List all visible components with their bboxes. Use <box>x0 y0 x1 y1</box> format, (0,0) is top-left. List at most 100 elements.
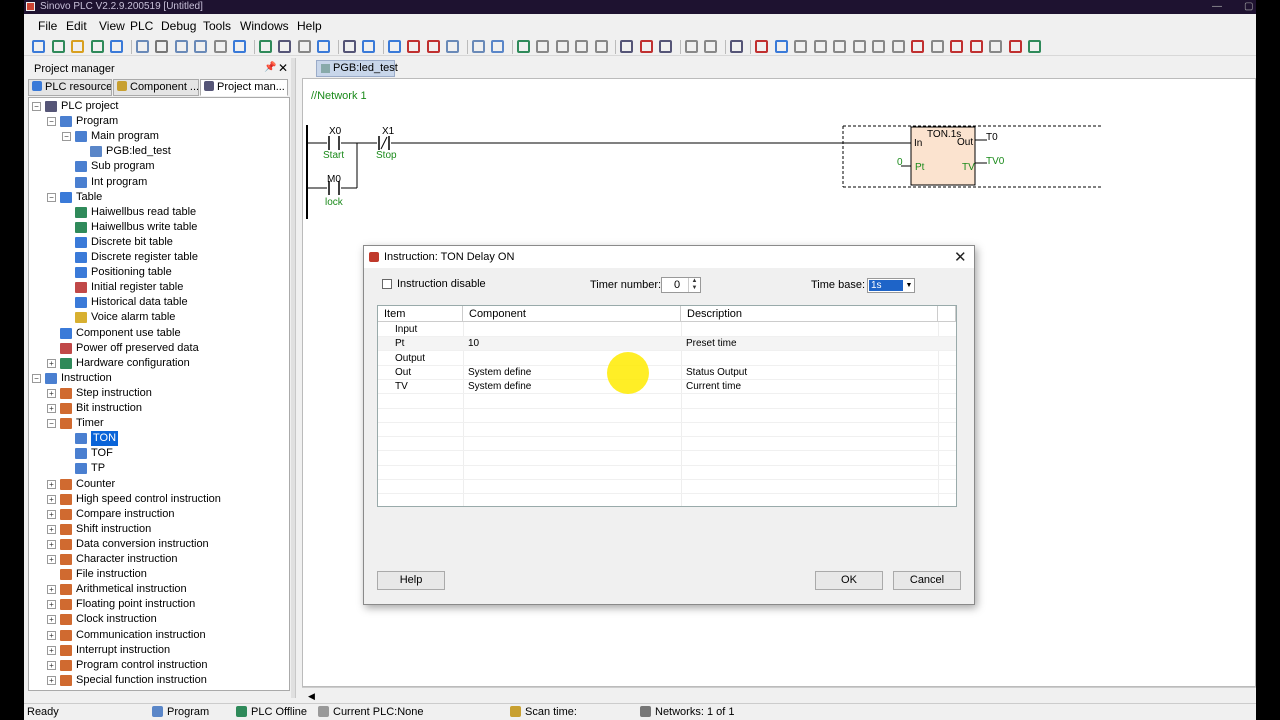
toolbar-button-37-icon[interactable] <box>794 40 807 53</box>
toolbar-button-12-icon[interactable] <box>258 40 272 53</box>
tree-item-step-instruction[interactable]: + Step instruction <box>29 386 287 401</box>
toolbar-button-31-icon[interactable] <box>659 40 672 53</box>
tree-item-instruction[interactable]: − Instruction <box>29 371 287 386</box>
toolbar-button-40-icon[interactable] <box>852 40 866 53</box>
expand-icon[interactable]: + <box>47 388 56 398</box>
collapse-icon[interactable]: − <box>47 419 56 429</box>
expand-icon[interactable]: + <box>47 555 56 564</box>
expand-icon[interactable]: + <box>47 585 56 595</box>
toolbar-button-48-icon[interactable] <box>1008 40 1022 53</box>
expand-icon[interactable]: + <box>47 615 56 625</box>
tab-pgb-led-test[interactable]: PGB:led_test <box>316 60 398 77</box>
toolbar-button-16-icon[interactable] <box>342 40 356 53</box>
tree-item-component-use-table[interactable]: Component use table <box>29 326 287 341</box>
toolbar-button-26-icon[interactable] <box>555 40 569 53</box>
toolbar-button-44-icon[interactable] <box>930 40 944 53</box>
toolbar-button-19-icon[interactable] <box>407 40 420 53</box>
menu-help[interactable]: Help <box>297 19 322 33</box>
tree-item-compare-instruction[interactable]: + Compare instruction <box>29 507 287 522</box>
toolbar-button-45-icon[interactable] <box>950 40 963 53</box>
menu-windows[interactable]: Windows <box>240 19 289 33</box>
tree-item-character-instruction[interactable]: + Character instruction <box>29 552 287 567</box>
tree-item-historical-data-table[interactable]: Historical data table <box>29 295 287 310</box>
toolbar-button-23-icon[interactable] <box>491 40 504 53</box>
cell-component[interactable]: 10 <box>468 337 479 351</box>
horizontal-scrollbar[interactable]: ◀ <box>302 687 1256 703</box>
menu-plc[interactable]: PLC <box>130 19 153 33</box>
tree-item-discrete-bit-table[interactable]: Discrete bit table <box>29 235 287 250</box>
toolbar-button-15-icon[interactable] <box>317 40 330 53</box>
toolbar-button-1-icon[interactable] <box>32 40 45 53</box>
column-header-component[interactable]: Component <box>463 306 681 322</box>
tab-component[interactable]: Component ... <box>113 79 199 96</box>
tab-plc-resources[interactable]: PLC resources <box>28 79 112 96</box>
expand-icon[interactable]: + <box>47 494 56 504</box>
toolbar-button-4-icon[interactable] <box>90 40 104 53</box>
expand-icon[interactable]: + <box>47 539 56 549</box>
tree-item-positioning-table[interactable]: Positioning table <box>29 265 287 280</box>
toolbar-button-29-icon[interactable] <box>620 40 633 53</box>
tree-item-main-program[interactable]: − Main program <box>29 129 287 144</box>
tree-item-ton[interactable]: TON <box>29 431 287 447</box>
toolbar-button-10-icon[interactable] <box>213 40 227 53</box>
timer-number-spinner[interactable]: 0 ▲ ▼ <box>661 277 701 293</box>
ok-button[interactable]: OK <box>815 571 883 590</box>
toolbar-button-5-icon[interactable] <box>110 40 123 53</box>
tree-item-data-conversion-instruction[interactable]: + Data conversion instruction <box>29 537 287 552</box>
menu-debug[interactable]: Debug <box>161 19 196 33</box>
instruction-disable-checkbox[interactable] <box>382 279 392 289</box>
scroll-left-icon[interactable]: ◀ <box>308 691 315 702</box>
tree-item-floating-point-instruction[interactable]: + Floating point instruction <box>29 597 287 612</box>
tree-item-clock-instruction[interactable]: + Clock instruction <box>29 612 287 627</box>
table-row-input[interactable]: Input <box>378 323 956 337</box>
toolbar-button-8-icon[interactable] <box>174 40 188 53</box>
toolbar-button-36-icon[interactable] <box>774 40 788 53</box>
expand-icon[interactable]: + <box>47 600 56 610</box>
toolbar-button-2-icon[interactable] <box>51 40 65 53</box>
pin-icon[interactable]: 📌 <box>264 62 276 73</box>
menu-view[interactable]: View <box>99 19 125 33</box>
tree-item-pgb-led-test[interactable]: PGB:led_test <box>29 144 287 159</box>
tree-item-haiwellbus-read-table[interactable]: Haiwellbus read table <box>29 205 287 220</box>
tree-item-program-control-instruction[interactable]: + Program control instruction <box>29 658 287 673</box>
expand-icon[interactable]: + <box>47 404 56 413</box>
tree-item-communication-instruction[interactable]: + Communication instruction <box>29 628 287 643</box>
tree-item-interrupt-instruction[interactable]: + Interrupt instruction <box>29 643 287 658</box>
collapse-icon[interactable]: − <box>32 102 41 111</box>
expand-icon[interactable]: + <box>47 645 56 655</box>
tree-item-file-instruction[interactable]: File instruction <box>29 567 287 582</box>
column-header-item[interactable]: Item <box>378 306 463 322</box>
dialog-close-icon[interactable]: ✕ <box>954 248 967 266</box>
table-row-pt[interactable]: Pt 10 Preset time <box>378 337 956 352</box>
toolbar-button-20-icon[interactable] <box>426 40 440 53</box>
tab-project-manager[interactable]: Project man... <box>200 79 288 96</box>
expand-icon[interactable]: + <box>47 524 56 534</box>
collapse-icon[interactable]: − <box>47 117 56 127</box>
toolbar-button-35-icon[interactable] <box>755 40 768 53</box>
tree-item-timer[interactable]: − Timer <box>29 416 287 431</box>
tree-item-program[interactable]: − Program <box>29 114 287 129</box>
toolbar-button-17-icon[interactable] <box>362 40 375 53</box>
tree-item-discrete-register-table[interactable]: Discrete register table <box>29 250 287 265</box>
tree-item-plc-project[interactable]: − PLC project <box>29 99 287 114</box>
toolbar-button-27-icon[interactable] <box>575 40 588 53</box>
tree-item-arithmetical-instruction[interactable]: + Arithmetical instruction <box>29 582 287 597</box>
column-header-description[interactable]: Description <box>681 306 938 322</box>
toolbar-button-18-icon[interactable] <box>387 40 401 53</box>
minimize-icon[interactable]: — <box>1212 0 1222 13</box>
toolbar-button-34-icon[interactable] <box>729 40 743 53</box>
toolbar-button-49-icon[interactable] <box>1028 40 1041 53</box>
toolbar-button-22-icon[interactable] <box>471 40 485 53</box>
maximize-icon[interactable]: ▢ <box>1244 0 1253 13</box>
tree-item-shift-instruction[interactable]: + Shift instruction <box>29 522 287 537</box>
collapse-icon[interactable]: − <box>62 132 71 142</box>
expand-icon[interactable]: + <box>47 630 56 640</box>
toolbar-button-3-icon[interactable] <box>71 40 84 53</box>
expand-icon[interactable]: + <box>47 479 56 489</box>
tree-item-special-function-instruction[interactable]: + Special function instruction <box>29 673 287 688</box>
tree-item-initial-register-table[interactable]: Initial register table <box>29 280 287 295</box>
table-row-out[interactable]: Out System define Status Output <box>378 366 956 380</box>
toolbar-button-11-icon[interactable] <box>233 40 246 53</box>
tree-item-voice-alarm-table[interactable]: Voice alarm table <box>29 310 287 325</box>
cell-component[interactable]: System define <box>468 366 531 380</box>
